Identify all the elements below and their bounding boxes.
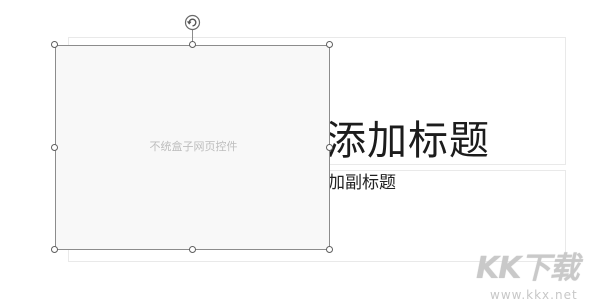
resize-handle-icon[interactable] [326, 144, 333, 151]
slide-subtitle[interactable]: 加副标题 [328, 172, 396, 194]
slide-title[interactable]: 添加标题 [326, 112, 490, 170]
web-control-label: 不统盒子网页控件 [149, 140, 238, 153]
resize-handle-icon[interactable] [51, 144, 58, 151]
resize-handle-icon[interactable] [51, 41, 58, 48]
slide-canvas: 添加标题 加副标题 不统盒子网页控件 KK下载 www.kkx.net [0, 0, 600, 307]
resize-handle-icon[interactable] [51, 246, 58, 253]
resize-handle-icon[interactable] [189, 41, 196, 48]
resize-handle-icon[interactable] [189, 246, 196, 253]
resize-handle-icon[interactable] [326, 41, 333, 48]
resize-handle-icon[interactable] [326, 246, 333, 253]
watermark: KK下载 www.kkx.net [476, 252, 600, 307]
rotate-icon[interactable] [184, 14, 201, 31]
watermark-logo: KK下载 [476, 251, 579, 286]
web-control-box[interactable]: 不统盒子网页控件 [55, 45, 330, 250]
watermark-url: www.kkx.net [490, 288, 578, 302]
